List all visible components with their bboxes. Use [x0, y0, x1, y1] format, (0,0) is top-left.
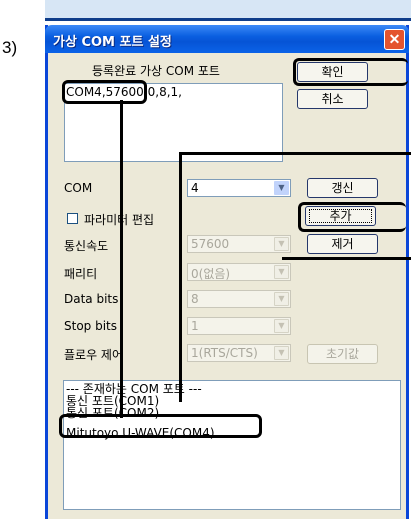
stopbits-label: Stop bits: [64, 319, 118, 333]
callout-line: [179, 152, 411, 155]
chevron-down-icon: ▼: [274, 237, 289, 251]
reset-button: 초기값: [307, 344, 378, 364]
flow-select: 1(RTS/CTS) ▼: [187, 344, 291, 362]
ok-button-highlight: [293, 58, 408, 86]
add-button-highlight: [298, 202, 406, 232]
refresh-button[interactable]: 갱신: [307, 178, 378, 198]
existing-ports-list[interactable]: --- 존재하는 COM 포트 --- 통신 포트(COM1) 통신 포트(CO…: [63, 380, 401, 510]
parity-label: 패리티: [64, 267, 98, 281]
flow-label: 플로우 제어: [64, 348, 124, 362]
previous-window-border: [45, 18, 411, 21]
chevron-down-icon: ▼: [274, 319, 289, 333]
chevron-down-icon: ▼: [274, 346, 289, 360]
stopbits-select: 1 ▼: [187, 317, 291, 335]
close-button[interactable]: ✕: [384, 29, 405, 50]
callout-line: [179, 152, 182, 402]
callout-line: [282, 257, 411, 260]
registered-ports-label: 등록완료 가상 COM 포트: [92, 64, 220, 78]
param-edit-checkbox[interactable]: [67, 213, 78, 224]
chevron-down-icon: ▼: [274, 292, 289, 306]
databits-select: 8 ▼: [187, 290, 291, 308]
stopbits-select-value: 1: [191, 319, 199, 333]
callout-line: [120, 100, 123, 418]
com-select-value: 4: [191, 181, 199, 195]
parity-select-value: 0(없음): [191, 267, 231, 281]
existing-port-highlight: [59, 414, 262, 438]
close-icon: ✕: [388, 31, 401, 47]
databits-select-value: 8: [191, 292, 199, 306]
remove-button[interactable]: 제거: [307, 234, 378, 254]
databits-label: Data bits: [64, 292, 119, 306]
window-title: 가상 COM 포트 설정: [53, 35, 172, 50]
baud-select-value: 57600: [191, 237, 230, 251]
title-bar[interactable]: 가상 COM 포트 설정 ✕: [45, 25, 409, 53]
baud-label: 통신속도: [64, 239, 109, 253]
com-label: COM: [64, 181, 93, 195]
chevron-down-icon[interactable]: ▼: [274, 181, 289, 195]
baud-select: 57600 ▼: [187, 235, 291, 253]
parity-select: 0(없음) ▼: [187, 263, 291, 281]
com-select[interactable]: 4 ▼: [187, 179, 291, 197]
flow-select-value: 1(RTS/CTS): [191, 346, 258, 360]
chevron-down-icon: ▼: [274, 265, 289, 279]
previous-window-edge: [45, 0, 411, 20]
step-number: 3): [2, 38, 18, 57]
cancel-button[interactable]: 취소: [297, 89, 368, 109]
registered-item-highlight: [62, 80, 147, 104]
